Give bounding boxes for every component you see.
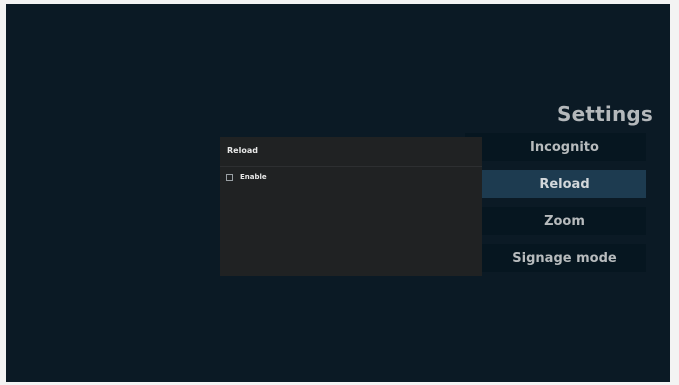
reload-dialog: Reload Enable (220, 137, 482, 276)
menu-item-label: Reload (539, 176, 590, 192)
enable-label: Enable (240, 173, 267, 181)
menu-item-signage-mode[interactable]: Signage mode (465, 244, 646, 272)
dialog-divider (220, 166, 482, 167)
menu-item-label: Incognito (530, 139, 599, 155)
menu-item-reload[interactable]: Reload (465, 170, 646, 198)
enable-checkbox[interactable] (226, 173, 233, 181)
settings-title: Settings (557, 102, 654, 126)
dialog-title: Reload (227, 146, 258, 155)
menu-item-zoom[interactable]: Zoom (465, 207, 646, 235)
menu-item-label: Zoom (544, 213, 585, 229)
menu-item-incognito[interactable]: Incognito (465, 133, 646, 161)
enable-option[interactable]: Enable (226, 172, 267, 182)
app-screen: Settings Incognito Reload Zoom Signage m… (6, 4, 670, 382)
menu-item-label: Signage mode (512, 250, 617, 266)
